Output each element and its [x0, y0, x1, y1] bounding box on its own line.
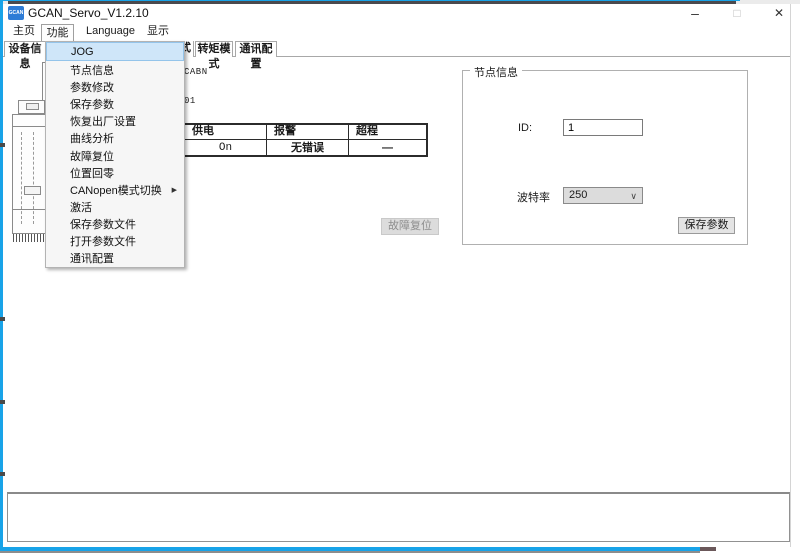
menu-item-canopen-mode[interactable]: CANopen模式切换 ▶: [46, 181, 184, 198]
status-value-power: On: [185, 139, 267, 156]
status-header-overtravel: 超程: [349, 125, 426, 139]
tab-comm-config[interactable]: 通讯配置: [235, 41, 277, 57]
background-accent-line: [0, 0, 740, 1]
fault-reset-button[interactable]: 故障复位: [381, 218, 439, 235]
submenu-arrow-icon: ▶: [172, 186, 177, 194]
status-table-header-row: 供电 报警 超程: [185, 125, 426, 139]
id-label: ID:: [518, 122, 532, 134]
drawing-line: [42, 62, 43, 100]
menu-item-save-param-file[interactable]: 保存参数文件: [46, 216, 184, 233]
menu-bar: 主页 功能 Language 显示: [3, 22, 790, 41]
frame-tick: [0, 317, 5, 321]
device-version-fragment: 01: [184, 96, 196, 106]
frame-tick: [0, 472, 5, 476]
status-value-alarm: 无错误: [267, 139, 349, 156]
menu-item-open-param-file[interactable]: 打开参数文件: [46, 233, 184, 250]
device-model-fragment: CABN: [184, 67, 208, 77]
drawing-label-rect: [24, 186, 41, 195]
close-button[interactable]: ✕: [763, 4, 795, 22]
menu-item-jog[interactable]: JOG: [46, 42, 184, 61]
maximize-button[interactable]: □: [721, 4, 753, 22]
menubar-item-home[interactable]: 主页: [7, 22, 41, 41]
status-value-overtravel: —: [349, 139, 426, 156]
status-header-power: 供电: [185, 125, 267, 139]
app-logo-icon: GCAN: [8, 6, 24, 20]
menu-item-save-params[interactable]: 保存参数: [46, 95, 184, 112]
menubar-item-language[interactable]: Language: [82, 22, 139, 41]
menu-item-canopen-label: CANopen模式切换: [70, 182, 162, 198]
minimize-button[interactable]: –: [679, 4, 711, 22]
window-title: GCAN_Servo_V1.2.10: [28, 6, 149, 20]
baud-rate-label: 波特率: [517, 189, 550, 205]
device-status-table: 供电 报警 超程 On 无错误 —: [183, 123, 428, 157]
function-dropdown-menu: JOG 节点信息 参数修改 保存参数 恢复出厂设置 曲线分析 故障复位 位置回零…: [45, 41, 185, 268]
menu-item-node-info[interactable]: 节点信息: [46, 61, 184, 78]
frame-tick: [0, 143, 5, 147]
save-params-button[interactable]: 保存参数: [678, 217, 735, 234]
id-input[interactable]: [563, 119, 643, 136]
status-table-value-row: On 无错误 —: [185, 139, 426, 156]
drawing-dashed-line: [21, 132, 22, 224]
menu-item-activate[interactable]: 激活: [46, 198, 184, 215]
menu-item-comm-config[interactable]: 通讯配置: [46, 250, 184, 267]
menu-item-fault-reset[interactable]: 故障复位: [46, 147, 184, 164]
menu-item-home-position[interactable]: 位置回零: [46, 164, 184, 181]
menu-item-param-edit[interactable]: 参数修改: [46, 78, 184, 95]
window-border-right: [790, 4, 791, 547]
menu-item-factory-reset[interactable]: 恢复出厂设置: [46, 113, 184, 130]
menu-item-curve-analysis[interactable]: 曲线分析: [46, 130, 184, 147]
log-textbox[interactable]: [7, 492, 790, 542]
window-border-left: [0, 1, 3, 551]
menubar-item-function[interactable]: 功能: [41, 24, 74, 42]
node-info-title: 节点信息: [470, 64, 522, 80]
window-border-bottom-corner: [700, 547, 716, 551]
tab-torque-mode[interactable]: 转矩模式: [195, 41, 233, 57]
drawing-dashed-line: [33, 132, 34, 224]
frame-tick: [0, 400, 5, 404]
menubar-item-display[interactable]: 显示: [143, 22, 173, 41]
baud-rate-dropdown[interactable]: 250 ∨: [563, 187, 643, 204]
baud-rate-value: 250: [569, 189, 587, 201]
drawing-connector-inner: [26, 103, 39, 110]
title-bar: GCAN GCAN_Servo_V1.2.10 – □ ✕: [3, 4, 790, 22]
tab-device-info[interactable]: 设备信息: [4, 41, 46, 57]
status-header-alarm: 报警: [267, 125, 349, 139]
chevron-down-icon: ∨: [630, 189, 637, 204]
